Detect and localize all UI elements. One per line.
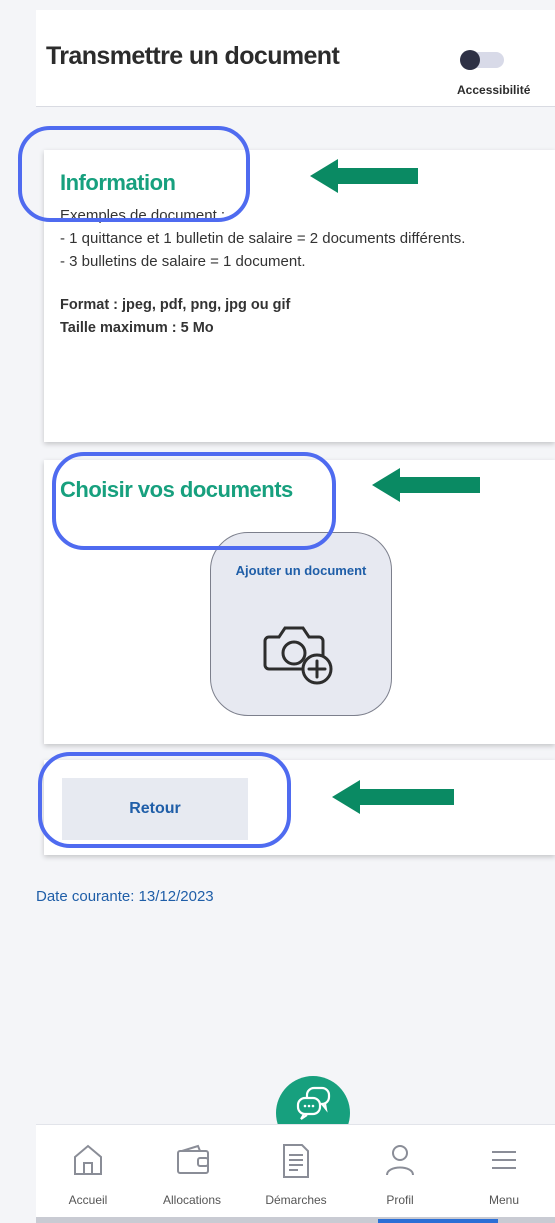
annotation-arrow-icon — [310, 159, 418, 193]
nav-item-accueil[interactable]: Accueil — [36, 1125, 140, 1218]
add-document-button[interactable]: Ajouter un document — [210, 532, 392, 716]
format-text: Format : jpeg, pdf, png, jpg ou gif — [60, 297, 291, 313]
max-size-text: Taille maximum : 5 Mo — [60, 320, 214, 336]
accessibility-toggle[interactable] — [460, 50, 504, 70]
nav-item-profil[interactable]: Profil — [348, 1125, 452, 1218]
nav-label: Accueil — [68, 1193, 108, 1207]
document-icon — [283, 1144, 309, 1178]
bottom-nav: Accueil Allocations Démarches Profil Men… — [36, 1124, 555, 1218]
add-document-label: Ajouter un document — [235, 563, 367, 578]
nav-label: Démarches — [265, 1193, 327, 1207]
info-line: - 3 bulletins de salaire = 1 document. — [60, 253, 306, 270]
nav-item-menu[interactable]: Menu — [452, 1125, 555, 1218]
accessibility-label: Accessibilité — [457, 83, 531, 97]
info-line: - 1 quittance et 1 bulletin de salaire =… — [60, 230, 466, 247]
profile-icon — [386, 1145, 414, 1176]
nav-item-demarches[interactable]: Démarches — [244, 1125, 348, 1218]
information-text: Exemples de document : - 1 quittance et … — [60, 207, 540, 340]
chat-icon — [296, 1086, 331, 1120]
home-icon — [74, 1144, 102, 1175]
nav-label: Allocations — [162, 1193, 222, 1207]
toggle-knob — [460, 50, 480, 70]
annotation-highlight-documents — [52, 452, 336, 550]
page-title: Transmettre un document — [46, 42, 340, 70]
annotation-highlight-back — [38, 752, 291, 848]
annotation-highlight-information — [18, 126, 250, 222]
app-header: Transmettre un document Accessibilité — [36, 10, 555, 107]
annotation-arrow-icon — [372, 468, 480, 502]
wallet-icon — [177, 1144, 209, 1174]
nav-label: Profil — [386, 1193, 414, 1207]
home-indicator — [378, 1219, 498, 1223]
annotation-arrow-icon — [332, 780, 454, 814]
nav-label: Menu — [488, 1193, 520, 1207]
nav-item-allocations[interactable]: Allocations — [140, 1125, 244, 1218]
menu-icon — [492, 1151, 516, 1169]
camera-add-icon — [263, 626, 333, 685]
current-date: Date courante: 13/12/2023 — [36, 888, 214, 905]
